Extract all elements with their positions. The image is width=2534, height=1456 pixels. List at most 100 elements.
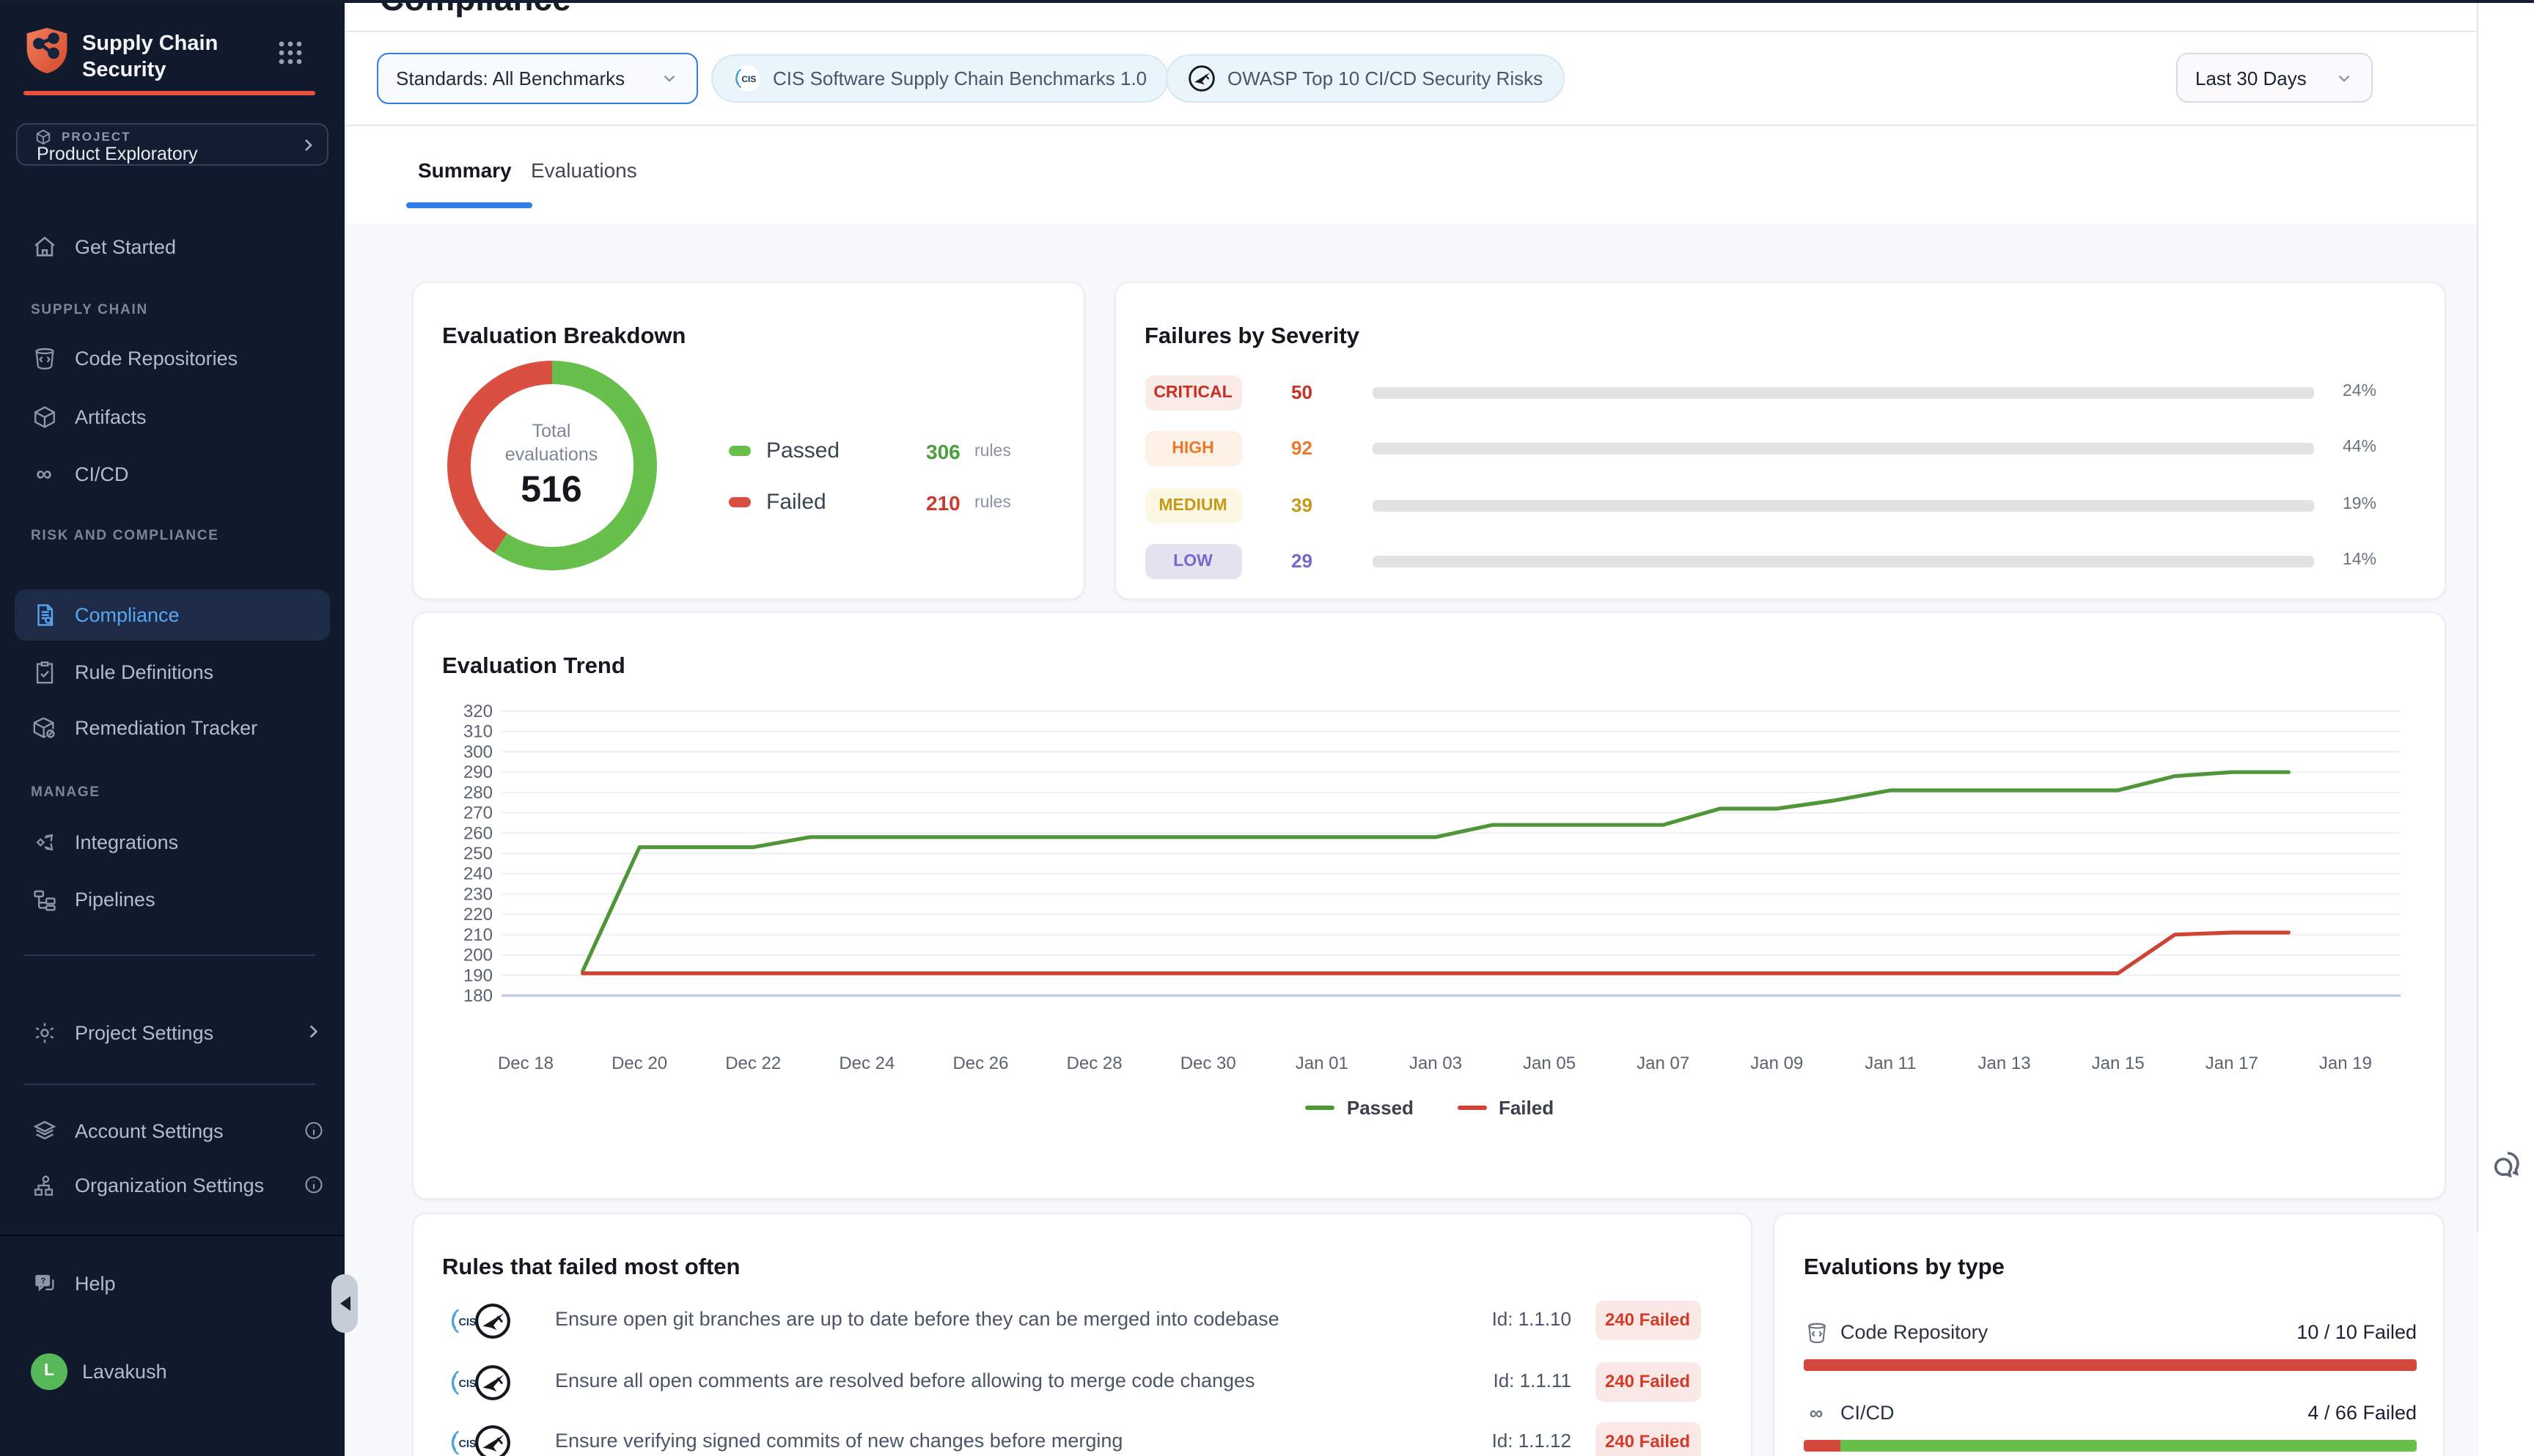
- svg-text:Jan 03: Jan 03: [1409, 1054, 1461, 1073]
- rule-row[interactable]: CIS Ensure all open comments are resolve…: [413, 1358, 1753, 1408]
- user-menu[interactable]: L Lavakush: [0, 1350, 345, 1391]
- svg-text:Dec 30: Dec 30: [1180, 1054, 1235, 1073]
- sidebar-item-rule-definitions[interactable]: Rule Definitions: [0, 651, 345, 692]
- chevron-right-icon: [299, 136, 317, 154]
- chevron-down-icon: [2335, 68, 2354, 87]
- svg-text:Dec 26: Dec 26: [952, 1054, 1007, 1073]
- infinity-icon: ∞: [1804, 1400, 1829, 1425]
- svg-text:Jan 07: Jan 07: [1636, 1054, 1689, 1073]
- svg-text:210: 210: [463, 925, 492, 945]
- svg-text:?: ?: [40, 1276, 45, 1284]
- type-bar-cicd: [1804, 1439, 2417, 1451]
- svg-text:Jan 11: Jan 11: [1864, 1054, 1915, 1073]
- sidebar-item-integrations[interactable]: Integrations: [0, 821, 345, 862]
- svg-text:Dec 28: Dec 28: [1066, 1054, 1122, 1073]
- svg-text:230: 230: [463, 884, 492, 904]
- org-tree-icon: [31, 1172, 57, 1198]
- section-risk-compliance: RISK AND COMPLIANCE: [31, 528, 219, 544]
- svg-text:CIS: CIS: [741, 74, 756, 84]
- type-bar-code-repository: [1804, 1358, 2417, 1370]
- date-range-select[interactable]: Last 30 Days: [2176, 53, 2373, 103]
- owasp-logo-icon: [473, 1363, 511, 1401]
- severity-row-critical: CRITICAL 50 24%: [1115, 370, 2447, 414]
- help-chat-icon: ?: [31, 1270, 57, 1296]
- svg-text:200: 200: [463, 946, 492, 966]
- type-row-cicd: ∞ CI/CD 4 / 66 Failed: [1804, 1398, 2417, 1427]
- chip-owasp-label: OWASP Top 10 CI/CD Security Risks: [1227, 67, 1543, 89]
- legend-item-failed: Failed: [1458, 1097, 1554, 1119]
- card-title: Evalutions by type: [1804, 1254, 2005, 1281]
- owasp-logo-icon: [1188, 65, 1216, 92]
- pipelines-icon: [31, 886, 57, 912]
- legend-failed: Failed 210 rules: [728, 488, 1065, 517]
- severity-bar: [1372, 499, 2313, 512]
- svg-text:240: 240: [463, 864, 492, 884]
- svg-text:180: 180: [463, 986, 492, 1006]
- card-evaluation-trend: Evaluation Trend 18019020021022023024025…: [411, 611, 2445, 1199]
- compliance-doc-icon: [31, 602, 57, 628]
- svg-text:220: 220: [463, 905, 492, 924]
- rule-row[interactable]: CIS Ensure verifying signed commits of n…: [413, 1419, 1753, 1456]
- sidebar-footer: ? Help L Lavakush: [0, 1235, 345, 1456]
- chip-owasp-risks[interactable]: OWASP Top 10 CI/CD Security Risks: [1166, 54, 1565, 103]
- sidebar-collapse-handle[interactable]: [331, 1274, 358, 1333]
- brand-accent-line: [23, 91, 315, 95]
- apps-grid-icon[interactable]: [277, 40, 304, 66]
- sidebar-item-get-started[interactable]: Get Started: [0, 226, 345, 267]
- sidebar-item-pipelines[interactable]: Pipelines: [0, 878, 345, 919]
- code-repository-icon: [31, 345, 57, 371]
- sidebar-item-organization-settings[interactable]: Organization Settings: [0, 1164, 345, 1205]
- home-icon: [31, 233, 57, 260]
- severity-badge: CRITICAL: [1145, 375, 1241, 410]
- rule-id: Id: 1.1.12: [1457, 1429, 1571, 1451]
- svg-text:Dec 18: Dec 18: [497, 1054, 553, 1073]
- svg-text:Jan 09: Jan 09: [1749, 1054, 1802, 1073]
- tab-bar: Summary Evaluations: [345, 126, 2478, 224]
- svg-text:320: 320: [463, 702, 492, 721]
- info-icon: [304, 1174, 324, 1195]
- standards-select[interactable]: Standards: All Benchmarks: [377, 53, 698, 104]
- sidebar-item-artifacts[interactable]: Artifacts: [0, 396, 345, 437]
- section-manage: MANAGE: [31, 784, 100, 801]
- card-title: Evaluation Breakdown: [442, 323, 686, 350]
- svg-text:310: 310: [463, 722, 492, 742]
- chat-bubbles-icon[interactable]: [2489, 1145, 2530, 1186]
- card-evaluations-by-type: Evalutions by type Code Repository 10 / …: [1773, 1212, 2445, 1456]
- rule-id: Id: 1.1.10: [1457, 1307, 1571, 1329]
- sidebar-item-account-settings[interactable]: Account Settings: [0, 1110, 345, 1151]
- rule-row[interactable]: CIS Ensure open git branches are up to d…: [413, 1297, 1753, 1347]
- svg-text:270: 270: [463, 804, 492, 823]
- tab-evaluations[interactable]: Evaluations: [531, 158, 637, 182]
- svg-text:Jan 13: Jan 13: [1977, 1054, 2030, 1073]
- info-icon: [304, 1120, 324, 1141]
- sidebar-item-cicd[interactable]: ∞ CI/CD: [0, 453, 345, 494]
- sidebar-item-compliance[interactable]: Compliance: [15, 589, 330, 641]
- sidebar-item-project-settings[interactable]: Project Settings: [0, 1012, 345, 1053]
- trend-line-chart: 1801902002102202302402502602702802903003…: [427, 694, 2422, 1097]
- date-range-value: Last 30 Days: [2195, 67, 2323, 89]
- sidebar-item-help[interactable]: ? Help: [0, 1262, 345, 1304]
- failed-swatch: [728, 497, 750, 507]
- chip-cis-benchmarks[interactable]: CIS CIS Software Supply Chain Benchmarks…: [711, 54, 1169, 103]
- svg-text:Jan 15: Jan 15: [2091, 1054, 2144, 1073]
- tab-summary[interactable]: Summary: [418, 158, 512, 182]
- sidebar-item-code-repositories[interactable]: Code Repositories: [0, 337, 345, 378]
- passed-count: 306: [926, 439, 961, 463]
- svg-text:250: 250: [463, 844, 492, 864]
- card-title: Evaluation Trend: [442, 654, 625, 680]
- standards-select-value: Standards: All Benchmarks: [396, 67, 648, 89]
- donut-center-label: Total evaluations 516: [447, 360, 656, 570]
- project-name: Product Exploratory: [37, 144, 198, 164]
- severity-bar: [1372, 555, 2313, 567]
- severity-bar: [1372, 386, 2313, 399]
- svg-text:Jan 17: Jan 17: [2205, 1054, 2258, 1073]
- svg-text:190: 190: [463, 966, 492, 985]
- clipboard-check-icon: [31, 658, 57, 685]
- type-row-code-repository: Code Repository 10 / 10 Failed: [1804, 1317, 2417, 1347]
- sidebar-item-remediation-tracker[interactable]: Remediation Tracker: [0, 707, 345, 748]
- type-failed-ratio: 10 / 10 Failed: [2296, 1321, 2417, 1343]
- project-selector[interactable]: PROJECT Product Exploratory: [16, 123, 328, 166]
- type-failed-ratio: 4 / 66 Failed: [2307, 1402, 2417, 1424]
- total-evaluations-value: 516: [521, 468, 581, 511]
- layers-icon: [31, 1117, 57, 1144]
